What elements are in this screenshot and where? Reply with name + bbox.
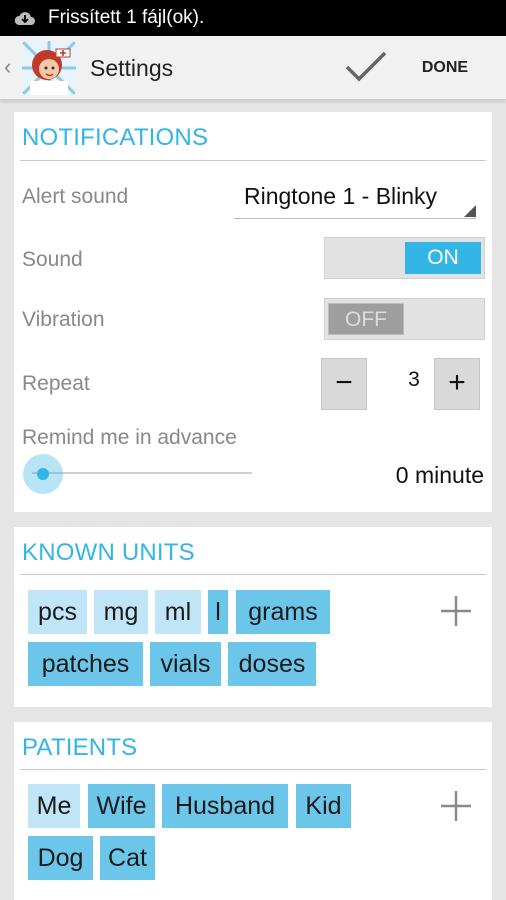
dropdown-triangle-icon <box>464 205 476 217</box>
patient-chip[interactable]: Cat <box>100 836 155 880</box>
section-divider <box>20 160 486 161</box>
add-unit-plus-icon[interactable] <box>439 594 473 628</box>
app-logo[interactable] <box>22 41 76 95</box>
page-title: Settings <box>90 55 174 81</box>
unit-chip[interactable]: mg <box>94 590 148 634</box>
sound-toggle[interactable]: ON <box>324 237 485 279</box>
action-bar: ‹ Settings DONE <box>0 36 506 100</box>
unit-chip[interactable]: grams <box>236 590 330 634</box>
unit-chip[interactable]: l <box>208 590 228 634</box>
repeat-value: 3 <box>408 368 420 391</box>
patient-chip[interactable]: Husband <box>162 784 288 828</box>
remind-slider-thumb[interactable] <box>23 454 63 494</box>
known-units-card: KNOWN UNITS pcs mg ml l grams patches vi… <box>14 527 492 707</box>
vibration-label: Vibration <box>22 308 105 331</box>
notifications-section-title: NOTIFICATIONS <box>22 124 209 151</box>
remind-value: 0 minute <box>395 462 484 488</box>
notifications-card: NOTIFICATIONS Alert sound Ringtone 1 - B… <box>14 112 492 512</box>
vibration-toggle-state: OFF <box>328 303 404 335</box>
unit-chip[interactable]: pcs <box>28 590 87 634</box>
unit-chip[interactable]: doses <box>228 642 316 686</box>
remind-label: Remind me in advance <box>22 426 237 449</box>
add-patient-plus-icon[interactable] <box>439 789 473 823</box>
status-bar: Frissített 1 fájl(ok). <box>0 0 506 36</box>
patient-chip[interactable]: Wife <box>88 784 155 828</box>
patient-chip[interactable]: Kid <box>296 784 351 828</box>
cloud-download-icon <box>14 12 35 25</box>
unit-chip[interactable]: vials <box>150 642 221 686</box>
check-icon[interactable] <box>344 50 388 84</box>
alert-sound-label: Alert sound <box>22 185 129 208</box>
unit-chip[interactable]: ml <box>155 590 201 634</box>
patient-chip[interactable]: Dog <box>28 836 93 880</box>
done-button[interactable]: DONE <box>405 52 485 84</box>
section-divider <box>20 574 486 575</box>
vibration-toggle[interactable]: OFF <box>324 298 485 340</box>
patient-chip[interactable]: Me <box>28 784 80 828</box>
repeat-label: Repeat <box>22 372 90 395</box>
repeat-decrement-button[interactable]: − <box>321 358 367 410</box>
caret-left-icon[interactable]: ‹ <box>4 54 11 80</box>
status-notification-text: Frissített 1 fájl(ok). <box>48 7 205 28</box>
section-divider <box>20 769 486 770</box>
repeat-increment-button[interactable]: + <box>434 358 480 410</box>
patients-card: PATIENTS Me Wife Husband Kid Dog Cat <box>14 722 492 900</box>
unit-chip[interactable]: patches <box>28 642 143 686</box>
patients-section-title: PATIENTS <box>22 734 138 761</box>
alert-sound-value: Ringtone 1 - Blinky <box>244 183 438 209</box>
sound-label: Sound <box>22 248 83 271</box>
known-units-section-title: KNOWN UNITS <box>22 539 195 566</box>
alert-sound-select[interactable]: Ringtone 1 - Blinky <box>234 179 476 219</box>
remind-slider-track[interactable] <box>32 472 252 474</box>
sound-toggle-state: ON <box>405 242 481 274</box>
